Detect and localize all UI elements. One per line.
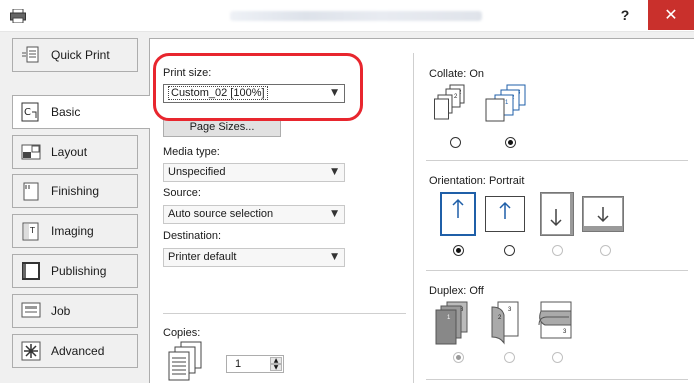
publishing-icon [21,261,41,281]
simplex-radio[interactable] [453,352,464,363]
duplex-short-edge-radio[interactable] [552,352,563,363]
orientation-value: Portrait [488,175,525,187]
portrait-option[interactable] [440,192,476,236]
basic-icon: C [21,102,41,122]
tab-advanced[interactable]: Advanced [12,334,138,368]
orientation-label-text: Orientation: [429,175,486,187]
page-sizes-button[interactable]: Page Sizes... [163,118,281,137]
svg-text:T: T [29,226,35,235]
title-bar: ? ✕ [0,0,694,32]
duplex-short-edge-icon: 3 [538,301,572,339]
duplex-value: Off [469,285,484,297]
tab-label: Basic [51,105,81,119]
rotated-landscape-radio[interactable] [600,245,611,256]
chevron-down-icon: ▼ [331,167,338,177]
tab-label: Publishing [51,264,107,278]
collate-label: Collate: On [429,68,484,80]
copies-label: Copies: [163,327,201,339]
copies-icon [168,341,202,381]
uncollated-radio[interactable] [450,137,461,148]
tab-label: Job [51,304,71,318]
stepper-down-button[interactable]: ▼ [270,364,282,371]
arrow-up-icon [499,201,511,219]
landscape-option[interactable] [485,196,525,232]
arrow-down-icon [542,194,570,234]
rotated-portrait-option[interactable] [540,192,574,236]
simplex-icon: 3 2 1 [435,301,468,345]
divider [426,379,688,380]
source-value: Auto source selection [168,208,274,220]
arrow-up-icon [452,198,464,218]
tab-basic[interactable]: C Basic [12,95,150,129]
tab-label: Imaging [51,224,94,238]
duplex-label-text: Duplex: [429,285,467,297]
tab-imaging[interactable]: T Imaging [12,214,138,248]
chevron-down-icon: ▼ [331,88,338,98]
close-button[interactable]: ✕ [648,0,694,30]
source-label: Source: [163,187,201,199]
collated-icon: 3 2 1 [485,84,526,122]
tab-label: Quick Print [51,48,110,62]
print-size-value: Custom_02 [100%] [168,86,268,100]
media-type-select[interactable]: Unspecified ▼ [163,163,345,182]
destination-select[interactable]: Printer default ▼ [163,248,345,267]
printer-app-icon [10,9,26,23]
duplex-long-edge-icon: 3 2 [491,301,519,345]
chevron-down-icon: ▼ [331,252,338,262]
tab-layout[interactable]: Layout [12,135,138,169]
advanced-icon [21,341,41,361]
media-type-value: Unspecified [168,166,226,178]
collate-label-text: Collate: [429,68,467,80]
tab-label: Layout [51,145,88,159]
page-sizes-label: Page Sizes... [189,121,255,133]
collated-radio[interactable] [505,137,516,148]
column-divider [413,53,414,383]
source-select[interactable]: Auto source selection ▼ [163,205,345,224]
quick-print-icon [21,45,41,65]
copies-value: 1 [235,358,242,370]
layout-icon [21,142,41,162]
stepper-up-button[interactable]: ▲ [270,357,282,364]
portrait-radio[interactable] [453,245,464,256]
tab-label: Finishing [51,184,100,198]
divider [163,313,406,314]
destination-value: Printer default [168,251,237,263]
print-size-label: Print size: [163,67,212,79]
print-size-select[interactable]: Custom_02 [100%] ▼ [163,84,345,103]
divider [426,160,688,161]
tab-label: Advanced [51,344,105,358]
orientation-label: Orientation: Portrait [429,175,524,187]
landscape-radio[interactable] [504,245,515,256]
chevron-down-icon: ▼ [331,209,338,219]
uncollated-icon: 2 2 1 [434,84,465,120]
finishing-icon [21,181,41,201]
destination-label: Destination: [163,230,222,242]
tab-quick-print[interactable]: Quick Print [12,38,138,72]
collate-value: On [469,68,485,80]
svg-text:C: C [24,107,31,118]
divider [426,270,688,271]
tab-finishing[interactable]: Finishing [12,174,138,208]
arrow-down-icon [584,198,622,226]
rotated-portrait-radio[interactable] [552,245,563,256]
rotated-landscape-option[interactable] [582,196,624,232]
window-title [230,11,482,21]
help-button[interactable]: ? [612,4,638,26]
tab-publishing[interactable]: Publishing [12,254,138,288]
job-icon [21,301,41,321]
media-type-label: Media type: [163,146,220,158]
tab-job[interactable]: Job [12,294,138,328]
copies-stepper[interactable]: 1 ▲ ▼ [226,355,284,373]
duplex-long-edge-radio[interactable] [504,352,515,363]
duplex-label: Duplex: Off [429,285,484,297]
print-properties-window: Quick Print C Basic Layout Finishing T I… [0,32,694,383]
tab-list: Quick Print C Basic Layout Finishing T I… [0,32,150,383]
basic-panel: Print size: Custom_02 [100%] ▼ Page Size… [149,38,694,383]
imaging-icon: T [21,221,41,241]
